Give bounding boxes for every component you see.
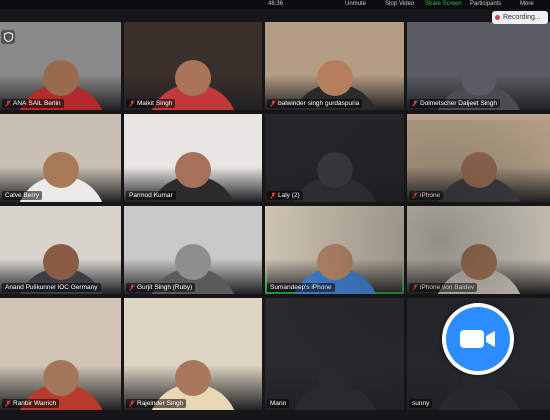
participant-name-label: Parmod Kumar <box>126 191 176 200</box>
participant-name-label: iPhone <box>409 191 444 200</box>
participant-silhouette-head <box>175 244 211 280</box>
participant-name: Laly (2) <box>278 192 300 199</box>
participant-name-label: Laly (2) <box>267 191 303 200</box>
participant-tile[interactable]: Parmod Kumar <box>124 114 262 202</box>
participant-tile[interactable]: Gurjit Singh (Ruby) <box>124 206 262 294</box>
participant-name: Parmod Kumar <box>129 192 173 199</box>
participant-name: SAIL Berlin <box>28 100 61 107</box>
participant-name: Anand Pulikunnel IOC Germany <box>5 284 98 291</box>
participant-tile[interactable]: Sumandeep's iPhone <box>265 206 404 294</box>
participant-tile[interactable]: Ranbir Warrich <box>0 298 121 410</box>
participant-name: balwinder singh gurdaspuria <box>278 100 360 107</box>
recording-indicator[interactable]: Recording... <box>492 11 548 24</box>
participant-tile[interactable]: balwinder singh gurdaspuria <box>265 22 404 110</box>
participant-name: Calve Berry <box>5 192 39 199</box>
participant-silhouette-head <box>316 360 353 396</box>
participant-name: Sumandeep's iPhone <box>270 284 332 291</box>
participant-name-label: iPhone von Baldev <box>409 283 478 292</box>
participant-name: Gurjit Singh (Ruby) <box>137 284 193 291</box>
participant-tile[interactable]: ANA SAIL Berlin <box>0 22 121 110</box>
participant-name: iPhone von Baldev <box>420 284 475 291</box>
muted-mic-icon <box>412 284 418 291</box>
participant-tile[interactable]: Dolmetscher Daljeet Singh <box>407 22 550 110</box>
participant-name-label: Ranbir Warrich <box>2 399 60 408</box>
participant-silhouette-head <box>460 244 497 280</box>
participant-tile[interactable]: Laly (2) <box>265 114 404 202</box>
zoom-video-camera-icon <box>442 303 514 375</box>
recording-label: Recording... <box>503 14 541 21</box>
participant-tile[interactable]: Mann <box>265 298 404 410</box>
muted-mic-icon <box>129 284 135 291</box>
muted-mic-icon <box>270 100 276 107</box>
participant-name-label: Sumandeep's iPhone <box>267 283 335 292</box>
participant-name-label: Gurjit Singh (Ruby) <box>126 283 196 292</box>
participant-silhouette-head <box>42 244 79 280</box>
participant-name-label: ANA SAIL Berlin <box>2 99 64 108</box>
participant-silhouette-head <box>42 152 79 188</box>
security-shield-icon[interactable] <box>1 30 15 44</box>
participant-name: iPhone <box>420 192 441 199</box>
participant-name-label: Mann <box>267 399 290 408</box>
recording-dot-icon <box>495 15 500 20</box>
participant-name: Ranbir Warrich <box>13 400 57 407</box>
participant-tile[interactable]: Rajeinder Singh <box>124 298 262 410</box>
muted-mic-icon <box>129 400 135 407</box>
participant-name: Malkit Singh <box>137 100 173 107</box>
participant-tile[interactable]: Malkit Singh <box>124 22 262 110</box>
participant-name: sunny <box>412 400 430 407</box>
muted-mic-icon <box>412 100 418 107</box>
participant-name-label: Malkit Singh <box>126 99 176 108</box>
muted-mic-icon <box>412 192 418 199</box>
participant-name-label: Calve Berry <box>2 191 42 200</box>
participant-silhouette-head <box>175 60 211 96</box>
participant-tile[interactable]: iPhone <box>407 114 550 202</box>
participant-name-label: balwinder singh gurdaspuria <box>267 99 363 108</box>
muted-mic-icon <box>270 192 276 199</box>
participant-silhouette-head <box>460 152 497 188</box>
participant-silhouette-head <box>42 60 79 96</box>
participant-silhouette-head <box>175 360 211 396</box>
participant-silhouette-head <box>316 60 353 96</box>
participant-name: Mann <box>270 400 287 407</box>
participant-name: Rajeinder Singh <box>137 400 184 407</box>
participant-silhouette-head <box>460 60 497 96</box>
participant-silhouette-head <box>316 152 353 188</box>
muted-mic-icon <box>5 100 11 107</box>
participant-name-label: Anand Pulikunnel IOC Germany <box>2 283 101 292</box>
participant-tile[interactable]: Anand Pulikunnel IOC Germany <box>0 206 121 294</box>
participant-name-prefix: ANA <box>13 100 27 107</box>
participant-tile[interactable]: iPhone von Baldev <box>407 206 550 294</box>
participant-name-label: Dolmetscher Daljeet Singh <box>409 99 500 108</box>
muted-mic-icon <box>129 100 135 107</box>
participant-tile[interactable]: Calve Berry <box>0 114 121 202</box>
participant-silhouette-head <box>175 152 211 188</box>
participant-name-label: Rajeinder Singh <box>126 399 187 408</box>
muted-mic-icon <box>5 400 11 407</box>
participant-name-label: sunny <box>409 399 433 408</box>
participant-silhouette-head <box>316 244 353 280</box>
participant-name: Dolmetscher Daljeet Singh <box>420 100 497 107</box>
participant-silhouette-head <box>42 360 79 396</box>
